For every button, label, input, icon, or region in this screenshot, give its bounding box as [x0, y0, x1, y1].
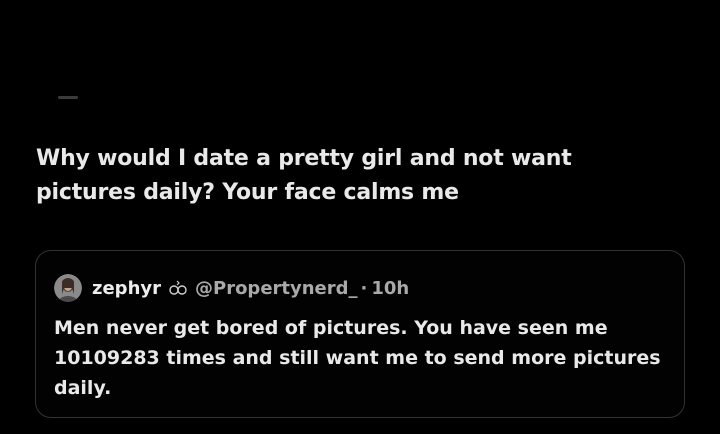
avatar-image	[54, 274, 82, 302]
display-name[interactable]: zephyr	[92, 278, 161, 299]
post-text: Why would I date a pretty girl and not w…	[36, 146, 572, 205]
user-handle[interactable]: @Propertynerd_	[195, 278, 358, 299]
divider-mark	[58, 96, 78, 99]
infinity-loop-icon	[168, 279, 188, 297]
avatar[interactable]	[54, 274, 82, 302]
separator-dot: ·	[360, 277, 368, 299]
quoted-post-text: Men never get bored of pictures. You hav…	[54, 317, 661, 399]
quoted-post-card[interactable]: zephyr @Propertynerd_ · 10h Men never ge…	[35, 250, 685, 418]
quoted-post-header: zephyr @Propertynerd_ · 10h	[54, 273, 409, 303]
post-timestamp[interactable]: 10h	[371, 278, 409, 299]
